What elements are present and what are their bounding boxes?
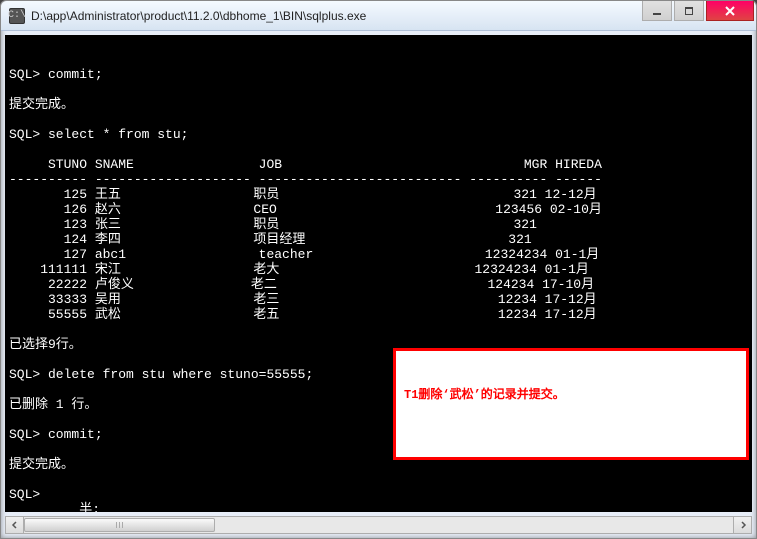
horizontal-scrollbar[interactable] xyxy=(5,516,752,534)
scroll-right-button[interactable] xyxy=(733,517,751,533)
scrollbar-track[interactable] xyxy=(24,517,733,533)
terminal-client-area[interactable]: SQL> commit; 提交完成。 SQL> select * from st… xyxy=(5,35,752,512)
titlebar[interactable]: C:\ D:\app\Administrator\product\11.2.0\… xyxy=(1,1,756,31)
window-controls xyxy=(640,1,754,21)
scroll-left-button[interactable] xyxy=(6,517,24,533)
maximize-icon xyxy=(684,6,694,16)
minimize-icon xyxy=(652,6,662,16)
close-icon xyxy=(724,6,736,16)
app-icon: C:\ xyxy=(9,8,25,24)
close-button[interactable] xyxy=(706,1,754,21)
window-title: D:\app\Administrator\product\11.2.0\dbho… xyxy=(31,9,366,23)
minimize-button[interactable] xyxy=(642,1,672,21)
chevron-left-icon xyxy=(11,521,19,529)
application-window: C:\ D:\app\Administrator\product\11.2.0\… xyxy=(0,0,757,539)
scrollbar-thumb[interactable] xyxy=(24,518,215,532)
maximize-button[interactable] xyxy=(674,1,704,21)
annotation-text: T1删除‘武松’的记录并提交。 xyxy=(396,381,746,409)
chevron-right-icon xyxy=(739,521,747,529)
annotation-callout: T1删除‘武松’的记录并提交。 xyxy=(393,348,749,460)
